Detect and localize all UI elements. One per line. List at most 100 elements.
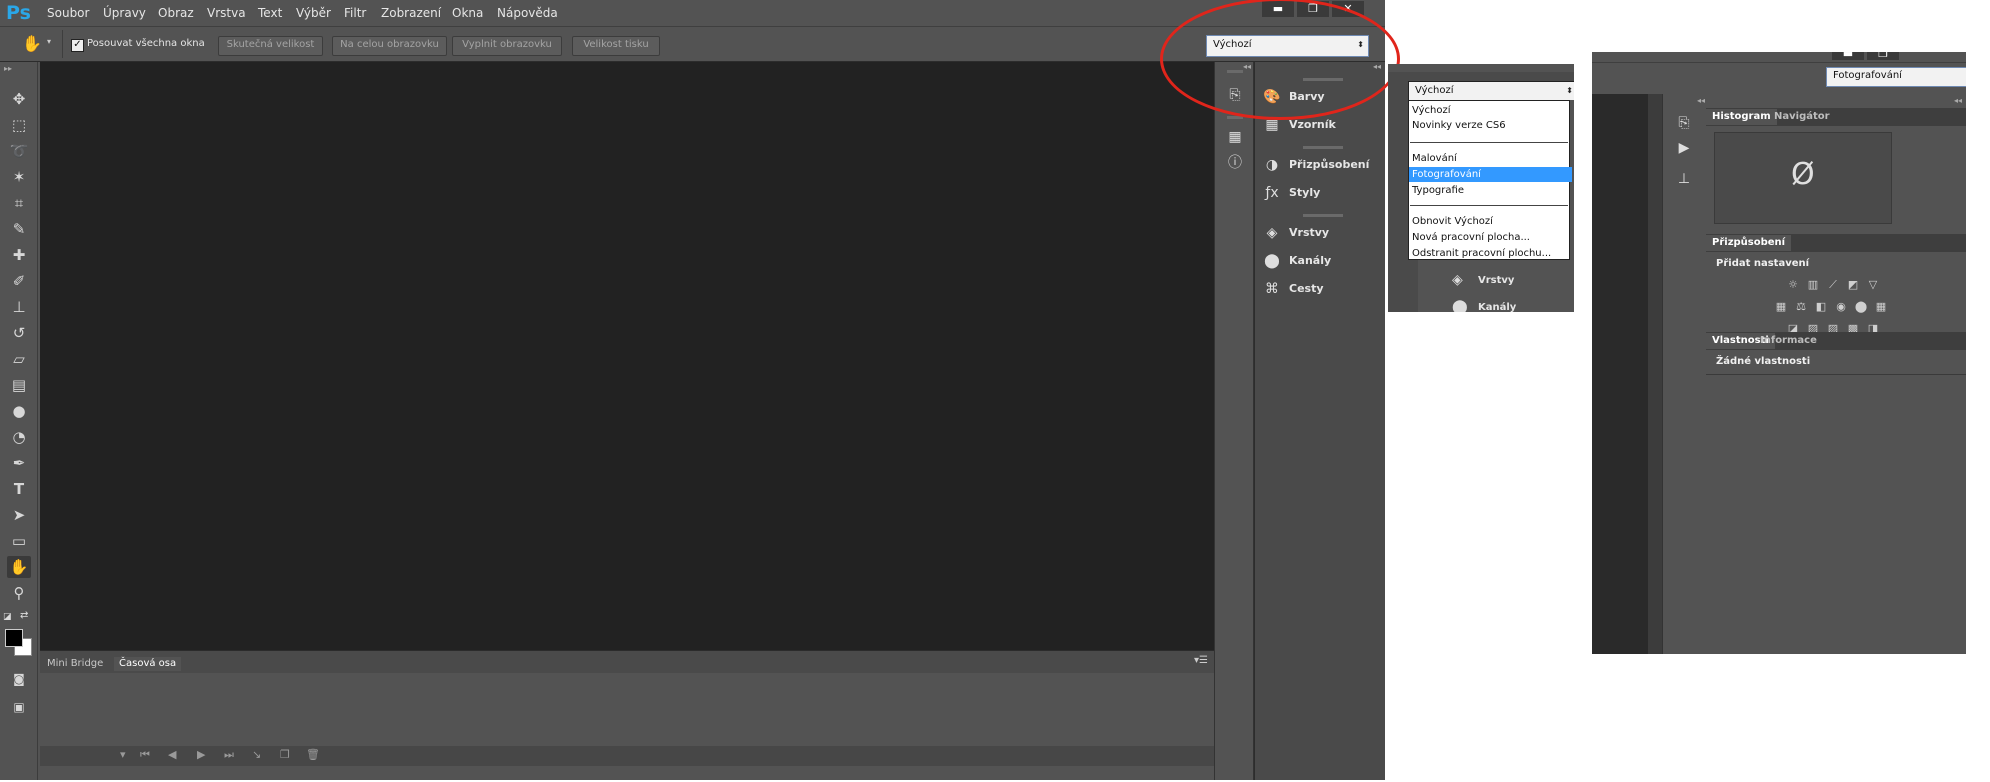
actual-pixels-button[interactable]: Skutečná velikost (218, 36, 323, 56)
curves-icon[interactable]: ⟋ (1826, 278, 1840, 291)
option-nova-pracovni-plocha[interactable]: Nová pracovní plocha... (1409, 230, 1572, 245)
menu-zobrazeni[interactable]: Zobrazení (381, 6, 441, 20)
menu-bar: Ps Soubor Úpravy Obraz Vrstva Text Výběr… (0, 0, 1385, 26)
move-tool-icon[interactable]: ✥ (7, 88, 31, 110)
info-icon[interactable]: ⓘ (1226, 154, 1244, 172)
fill-screen-button[interactable]: Vyplnit obrazovku (452, 36, 562, 56)
menu-vrstva[interactable]: Vrstva (207, 6, 246, 20)
eyedropper-tool-icon[interactable]: ✎ (7, 218, 31, 240)
pen-tool-icon[interactable]: ✒ (7, 452, 31, 474)
vibrance-icon[interactable]: ▽ (1866, 278, 1880, 291)
dock-item-kanaly[interactable]: ⬤ Kanály (1263, 250, 1383, 272)
document-canvas-area[interactable] (40, 62, 1214, 650)
paths-icon: ⌘ (1265, 281, 1279, 297)
grip (1303, 146, 1343, 149)
dock-item-prizpusobeni[interactable]: ◑ Přizpůsobení (1263, 154, 1383, 176)
option-vychozi[interactable]: Výchozí (1409, 103, 1572, 118)
actions-play-icon[interactable]: ▶ (1675, 139, 1693, 157)
tab-histogram[interactable]: Histogram (1706, 109, 1777, 125)
exposure-icon[interactable]: ◩ (1846, 278, 1860, 291)
magic-wand-tool-icon[interactable]: ✶ (7, 166, 31, 188)
quick-mask-icon[interactable]: ◙ (7, 668, 31, 690)
next-frame-icon[interactable]: ⏭ (224, 748, 234, 762)
history-brush-tool-icon[interactable]: ↺ (7, 322, 31, 344)
collapse-arrows-icon[interactable]: ◂◂ (1954, 96, 1962, 105)
minimize-icon[interactable]: ▬ (1832, 52, 1864, 60)
dropdown-arrow-icon[interactable]: ▾ (120, 748, 126, 761)
menu-obraz[interactable]: Obraz (158, 6, 194, 20)
tween-icon[interactable]: ↘ (252, 748, 261, 761)
duplicate-frame-icon[interactable]: ❐ (280, 748, 290, 761)
blur-tool-icon[interactable]: ● (7, 400, 31, 422)
option-novinky-cs6[interactable]: Novinky verze CS6 (1409, 118, 1572, 133)
tool-preset-arrow-icon[interactable]: ▾ (47, 37, 51, 46)
healing-brush-tool-icon[interactable]: ✚ (7, 244, 31, 266)
brush-tool-icon[interactable]: ✐ (7, 270, 31, 292)
black-white-icon[interactable]: ◧ (1814, 300, 1828, 313)
color-balance-icon[interactable]: ⚖ (1794, 300, 1808, 313)
hand-tool-icon[interactable]: ✋ (22, 34, 42, 53)
first-frame-icon[interactable]: ⏮ (140, 748, 150, 762)
restore-icon[interactable]: ❐ (1867, 52, 1899, 60)
menu-vyber[interactable]: Výběr (296, 6, 331, 20)
option-typografie[interactable]: Typografie (1409, 183, 1572, 198)
dock-label: Vzorník (1289, 118, 1336, 131)
scroll-all-windows-checkbox[interactable]: ✓ (71, 39, 84, 52)
foreground-color-swatch[interactable] (5, 629, 23, 647)
delete-frame-icon[interactable]: 🗑 (306, 748, 320, 761)
menu-text[interactable]: Text (258, 6, 282, 20)
menu-napoveda[interactable]: Nápověda (497, 6, 558, 20)
rectangle-tool-icon[interactable]: ▭ (7, 530, 31, 552)
hand-tool-active-icon[interactable]: ✋ (7, 556, 31, 578)
menu-soubor[interactable]: Soubor (47, 6, 89, 20)
gradient-tool-icon[interactable]: ▤ (7, 374, 31, 396)
path-selection-tool-icon[interactable]: ➤ (7, 504, 31, 526)
fit-screen-button[interactable]: Na celou obrazovku (332, 36, 447, 56)
swap-colors-icon[interactable]: ⇄ (20, 610, 28, 621)
workspace-select[interactable]: Výchozí ⬍ (1408, 81, 1574, 102)
marquee-tool-icon[interactable]: ⬚ (7, 114, 31, 136)
tab-mini-bridge[interactable]: Mini Bridge (42, 657, 108, 671)
play-icon[interactable]: ▶ (197, 748, 205, 761)
screen-mode-icon[interactable]: ▣ (7, 696, 31, 718)
panel-menu-icon[interactable]: ▾☰ (1194, 655, 1208, 666)
history-icon[interactable]: ⎘ (1675, 114, 1693, 132)
tab-informace[interactable]: Informace (1754, 333, 1823, 349)
menu-filtr[interactable]: Filtr (344, 6, 366, 20)
type-tool-icon[interactable]: T (7, 478, 31, 500)
tab-casova-osa[interactable]: Časová osa (114, 657, 182, 671)
clone-source-icon[interactable]: ⊥ (1675, 170, 1693, 188)
tab-navigator[interactable]: Navigátor (1768, 109, 1836, 125)
hue-saturation-icon[interactable]: ▦ (1774, 300, 1788, 313)
scroll-all-windows-label: Posouvat všechna okna (87, 38, 205, 49)
option-obnovit-vychozi[interactable]: Obnovit Výchozí (1409, 214, 1572, 229)
menu-okna[interactable]: Okna (452, 6, 483, 20)
clone-stamp-tool-icon[interactable]: ⊥ (7, 296, 31, 318)
character-icon[interactable]: ▦ (1226, 128, 1244, 146)
workspace-select[interactable]: Fotografování (1826, 67, 1966, 87)
collapse-arrows-icon[interactable]: ▸▸ (4, 64, 12, 73)
dodge-tool-icon[interactable]: ◔ (7, 426, 31, 448)
dock-item-cesty[interactable]: ⌘ Cesty (1263, 278, 1383, 300)
previous-frame-icon[interactable]: ◀ (168, 748, 176, 761)
channels-icon: ⬤ (1264, 253, 1280, 269)
collapse-arrows-icon[interactable]: ◂◂ (1697, 96, 1705, 105)
color-lookup-icon[interactable]: ▦ (1874, 300, 1888, 313)
option-fotografovani[interactable]: Fotografování (1409, 167, 1572, 182)
eraser-tool-icon[interactable]: ▱ (7, 348, 31, 370)
lasso-tool-icon[interactable]: ➰ (7, 140, 31, 162)
dock-item-vrstvy[interactable]: ◈ Vrstvy (1263, 222, 1383, 244)
channel-mixer-icon[interactable]: ⬤ (1854, 300, 1868, 313)
brightness-icon[interactable]: ☼ (1786, 278, 1800, 291)
photo-filter-icon[interactable]: ◉ (1834, 300, 1848, 313)
option-odstranit-pracovni-plochu[interactable]: Odstranit pracovní plochu... (1409, 246, 1572, 261)
crop-tool-icon[interactable]: ⌗ (7, 192, 31, 214)
menu-upravy[interactable]: Úpravy (103, 6, 146, 20)
dock-item-styly[interactable]: ƒx Styly (1263, 182, 1383, 204)
print-size-button[interactable]: Velikost tisku (572, 36, 660, 56)
tab-prizpusobeni[interactable]: Přizpůsobení (1706, 235, 1792, 251)
option-malovani[interactable]: Malování (1409, 151, 1572, 166)
default-colors-icon[interactable]: ◪ (3, 612, 12, 622)
levels-icon[interactable]: ▥ (1806, 278, 1820, 291)
zoom-tool-icon[interactable]: ⚲ (7, 582, 31, 604)
